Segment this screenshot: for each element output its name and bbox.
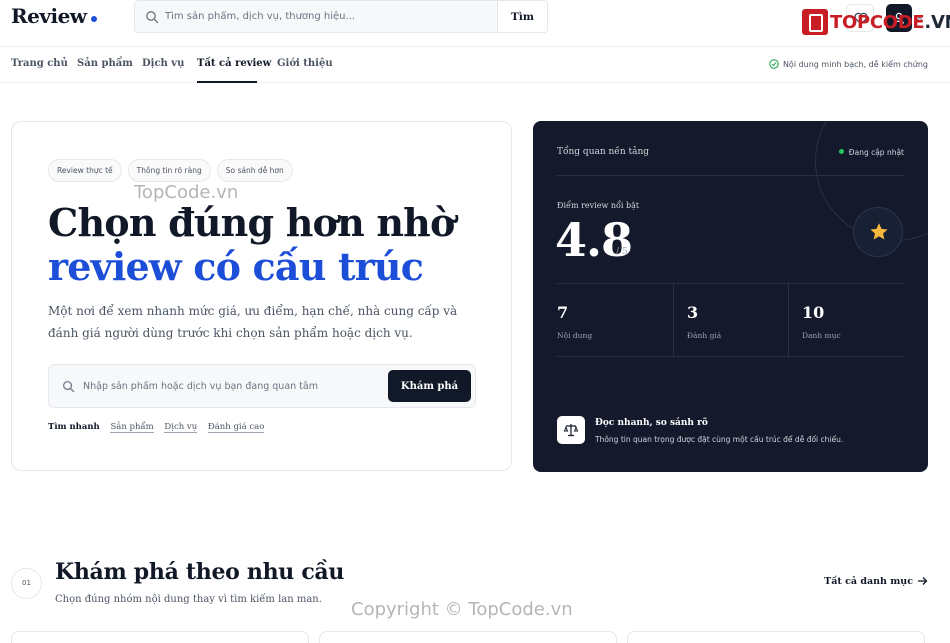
hero-card: Review thực tế Thông tin rõ ràng So sánh… [11,121,512,471]
watermark-logo: TOPCODE.VN [802,9,950,37]
feature-title: Đọc nhanh, so sánh rõ [595,418,708,428]
main-nav: Trang chủ Sản phẩm Dịch vụ Tất cả review… [0,47,950,83]
hero-description: Một nơi để xem nhanh mức giá, ưu điểm, h… [48,304,458,340]
hero-chips: Review thực tế Thông tin rõ ràng So sánh… [48,159,293,182]
all-categories-label[interactable]: Tất cả danh mục [824,576,913,587]
header-search-button[interactable]: Tìm [497,1,547,32]
hero-title-line1: Chọn đúng hơn nhờ [48,200,455,245]
stat-review-count: 3 [687,303,699,322]
explore-button[interactable]: Khám phá [388,370,471,402]
hero-search: Khám phá [48,364,476,408]
status-badge: Đang cập nhật [838,148,904,157]
quick-search-label: Tìm nhanh [48,422,100,432]
quick-link-top-rated[interactable]: Đánh giá cao [207,422,265,433]
score-value: 4.8 [555,213,633,267]
header-search-input[interactable] [165,1,499,32]
stat-review-label: Đánh giá [687,331,722,340]
divider [557,175,904,176]
section-title: Khám phá theo nhu cầu [55,559,345,585]
watermark-logo-suffix: .VN [924,11,950,33]
stat-divider [673,283,674,356]
logo-text[interactable]: Review [11,4,87,28]
star-badge [853,207,903,257]
quick-link-products[interactable]: Sản phẩm [110,422,154,433]
watermark-text: TopCode.vn [134,182,239,203]
stat-content-count: 7 [557,303,569,322]
nav-item-all-reviews[interactable]: Tất cả review [197,58,271,69]
trust-text: Nội dung minh bạch, dễ kiểm chứng [782,60,928,69]
scale-icon [563,424,579,437]
star-icon [870,223,888,240]
hero-search-input[interactable] [83,365,383,407]
overview-card: Tổng quan nền tảng Đang cập nhật Điểm re… [533,121,928,472]
stat-divider [788,283,789,356]
category-card[interactable] [627,631,925,643]
stat-category-label: Danh mục [802,331,841,340]
category-card[interactable] [11,631,309,643]
section-subtitle: Chọn đúng nhóm nội dung thay vì tìm kiếm… [55,594,322,605]
watermark-logo-main: TOPCODE [830,11,925,33]
nav-active-indicator [197,81,257,83]
score-label: Điểm review nổi bật [557,201,640,210]
nav-item-services[interactable]: Dịch vụ [142,58,184,69]
header-search: Tìm [134,0,548,33]
watermark-logo-icon [802,9,828,35]
hero-title-line2: review có cấu trúc [48,244,424,289]
site-logo[interactable]: Review [11,4,97,28]
divider [557,283,904,284]
status-text: Đang cập nhật [848,148,904,157]
status-dot [838,149,844,154]
stat-content-label: Nội dung [557,331,593,340]
logo-dot [90,16,97,22]
quick-search: Tìm nhanh Sản phẩm Dịch vụ Đánh giá cao [48,422,272,433]
trust-note: Nội dung minh bạch, dễ kiểm chứng [769,59,928,69]
stat-category-count: 10 [802,303,825,322]
search-icon [146,11,159,24]
nav-item-about[interactable]: Giới thiệu [277,58,333,69]
chip-clear-info: Thông tin rõ ràng [127,159,211,182]
section-number: 01 [11,568,42,599]
chip-real-reviews: Review thực tế [48,159,122,182]
chip-easy-compare: So sánh dễ hơn [216,159,293,182]
watermark-copyright: Copyright © TopCode.vn [351,599,573,620]
check-circle-icon [769,59,779,69]
nav-item-products[interactable]: Sản phẩm [77,58,133,69]
overview-title: Tổng quan nền tảng [557,147,650,157]
divider [557,356,904,357]
feature-icon-box [557,416,585,444]
category-card[interactable] [319,631,617,643]
watermark-logo-text: TOPCODE.VN [830,12,950,33]
all-categories-link[interactable]: Tất cả danh mục [824,576,928,587]
quick-link-services[interactable]: Dịch vụ [164,422,198,433]
search-icon [63,381,75,393]
feature-description: Thông tin quan trọng được đặt cùng một c… [595,435,844,444]
arrow-right-icon [918,577,928,585]
nav-item-home[interactable]: Trang chủ [11,58,68,69]
score-max: / 5 [616,247,628,257]
